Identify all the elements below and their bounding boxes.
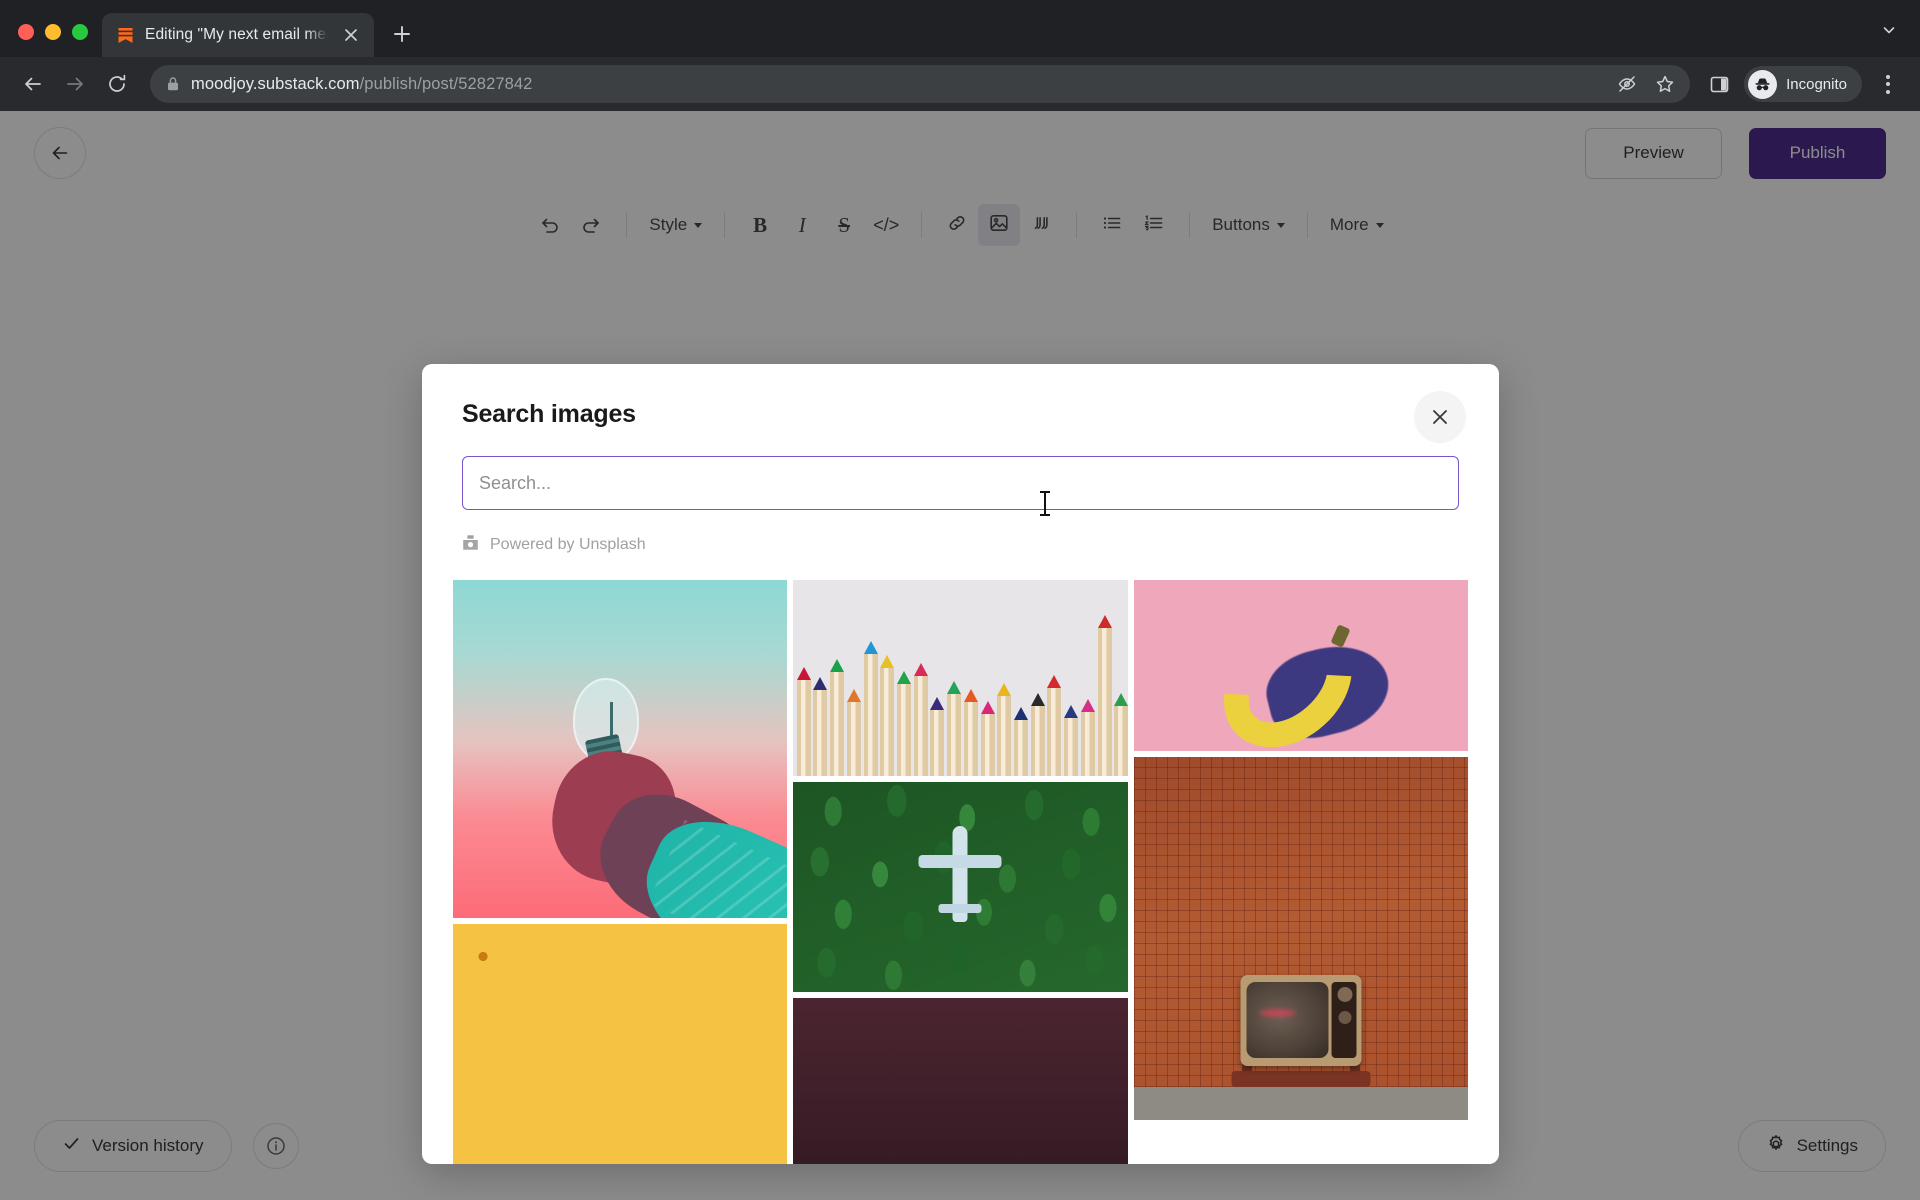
tv-stand-shape	[1231, 1071, 1371, 1088]
window-controls	[14, 24, 102, 57]
url-host: moodjoy.substack.com	[191, 74, 360, 93]
browser-window: Editing "My next email messag	[0, 0, 1920, 1200]
window-zoom-button[interactable]	[72, 24, 88, 40]
modal-header: Search images	[422, 364, 1499, 443]
results-column	[1133, 580, 1468, 1164]
kebab-dot	[1886, 82, 1890, 86]
banana-photo[interactable]	[1133, 580, 1468, 751]
text-cursor	[1040, 491, 1050, 516]
profile-incognito-button[interactable]: Incognito	[1744, 66, 1862, 102]
side-panel-icon[interactable]	[1702, 67, 1736, 101]
floor-shape	[1133, 1087, 1468, 1120]
reload-icon[interactable]	[98, 65, 136, 103]
modal-close-button[interactable]	[1414, 391, 1466, 443]
window-minimize-button[interactable]	[45, 24, 61, 40]
address-bar[interactable]: moodjoy.substack.com/publish/post/528278…	[150, 65, 1691, 103]
tv-body-shape	[1240, 974, 1362, 1066]
back-navigation-icon[interactable]	[14, 65, 52, 103]
image-search-input[interactable]	[462, 456, 1459, 510]
search-field-wrapper	[422, 456, 1499, 510]
results-column	[453, 580, 788, 1164]
retro-tv-photo[interactable]	[1133, 757, 1468, 1120]
unsplash-camera-icon	[462, 534, 479, 556]
address-bar-url: moodjoy.substack.com/publish/post/528278…	[191, 75, 532, 94]
profile-label: Incognito	[1786, 75, 1847, 93]
tv-screen-shape	[1246, 981, 1329, 1058]
results-column	[793, 580, 1128, 1164]
kebab-dot	[1886, 74, 1890, 79]
lock-icon	[166, 76, 180, 93]
unsplash-credit: Powered by Unsplash	[422, 534, 1499, 556]
substack-editor-page: Preview Publish Style B I S </> Buttons …	[0, 111, 1920, 1200]
window-close-button[interactable]	[18, 24, 34, 40]
modal-title: Search images	[462, 400, 636, 428]
substack-bookmark-icon	[116, 26, 135, 45]
incognito-icon	[1748, 69, 1778, 99]
eye-off-icon[interactable]	[1610, 67, 1644, 101]
omnibox-actions	[1610, 67, 1682, 101]
unsplash-credit-label: Powered by Unsplash	[490, 536, 646, 553]
kebab-menu-icon[interactable]	[1870, 66, 1906, 102]
image-results-grid	[422, 580, 1499, 1164]
airplane-shape	[918, 826, 1002, 923]
forward-navigation-icon[interactable]	[56, 65, 94, 103]
tab-strip: Editing "My next email messag	[0, 0, 1920, 57]
browser-toolbar: moodjoy.substack.com/publish/post/528278…	[0, 57, 1920, 111]
new-tab-button[interactable]	[384, 16, 420, 52]
tv-knob-shape	[1338, 1010, 1352, 1024]
url-path: /publish/post/52827842	[359, 74, 533, 93]
colored-pencils-photo[interactable]	[793, 580, 1128, 776]
browser-tab[interactable]: Editing "My next email messag	[102, 13, 374, 57]
lightbulb-hand-photo[interactable]	[453, 580, 788, 918]
search-images-modal: Search images Powered by Unsplash	[422, 364, 1499, 1164]
tab-search-chevron-down-icon[interactable]	[1872, 13, 1906, 47]
airplane-forest-photo[interactable]	[793, 782, 1128, 992]
tv-knob-shape	[1337, 986, 1353, 1002]
tab-title: Editing "My next email messag	[145, 26, 328, 43]
tab-close-icon[interactable]	[338, 22, 364, 48]
kebab-dot	[1886, 89, 1890, 94]
star-icon[interactable]	[1648, 67, 1682, 101]
pasta-photo[interactable]	[453, 924, 788, 1164]
dark-maroon-photo[interactable]	[793, 998, 1128, 1164]
